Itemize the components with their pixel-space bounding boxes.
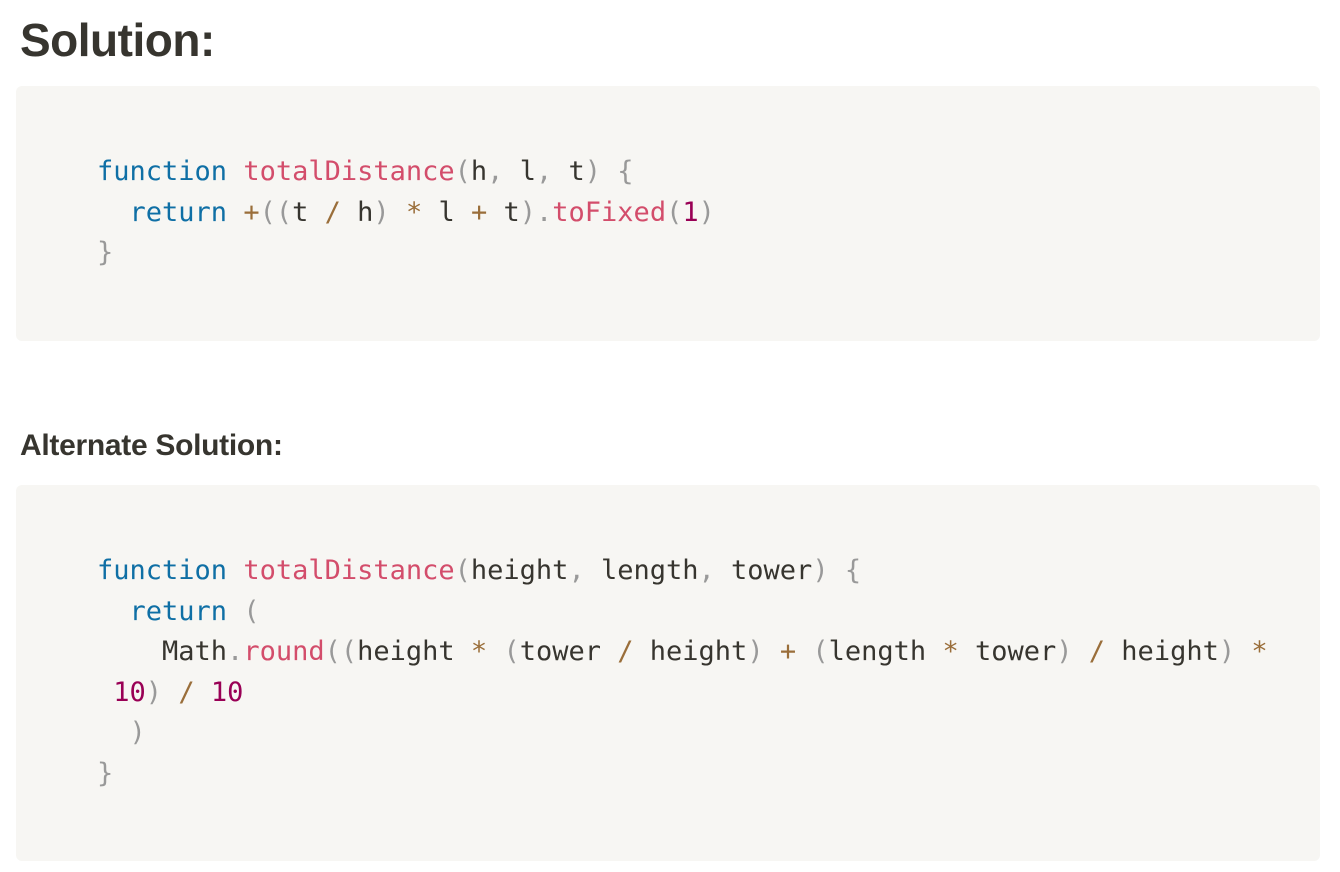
code-punctuation: ) [698,196,715,228]
code-operator: / [1088,636,1106,668]
code-text: l [422,196,471,228]
code-punctuation: ) [584,156,601,187]
code-operator: / [617,636,634,668]
code-punctuation: { [617,156,634,187]
code-punctuation: ) [812,555,829,586]
code-line: function totalDistance(height, length, t… [97,551,1268,592]
code-punctuation: ( [454,156,471,187]
code-text: Math [97,636,228,668]
code-text: t [292,196,325,228]
code-punctuation: } [97,237,114,269]
code-number: 10 [210,676,244,708]
code-operator: / [178,676,195,708]
solution-code-block[interactable]: function totalDistance(h, l, t) { return… [16,86,1320,341]
code-line: } [97,233,715,274]
solution-heading: Solution: [20,14,215,66]
alternate-solution-heading: Alternate Solution: [20,429,283,462]
code-number: 1 [682,196,699,228]
code-text: t [552,156,585,187]
code-line: return ( [97,592,1268,633]
code-punctuation: } [97,757,114,789]
code-operator: + [779,636,797,668]
code-punctuation: (( [324,636,358,668]
solution-code[interactable]: function totalDistance(h, l, t) { return… [97,152,715,274]
code-text: tower [958,636,1057,668]
code-punctuation: ) [129,717,146,749]
code-punctuation: ). [519,196,553,228]
code-text: height [1105,636,1219,668]
code-text: tower [714,555,813,586]
code-operator: * [942,636,959,668]
code-text: length [828,636,943,668]
code-punctuation: ) [1218,636,1236,668]
code-keyword: return [129,196,228,228]
code-punctuation: { [844,555,862,586]
code-keyword: return [129,595,228,627]
code-text: length [584,555,699,586]
code-line: ) [97,713,1268,754]
code-punctuation: . [227,636,244,668]
code-number: 10 [113,676,146,708]
code-text: h [340,196,374,228]
alternate-solution-code-block[interactable]: function totalDistance(height, length, t… [16,485,1320,861]
code-text: tower [519,636,618,668]
code-line: Math.round((height * (tower / height) + … [97,632,1268,673]
code-function-name: totalDistance [243,156,455,187]
alternate-solution-code[interactable]: function totalDistance(height, length, t… [97,551,1268,795]
code-punctuation: ) [747,636,764,668]
code-operator: + [470,196,488,228]
code-text: height [357,636,471,668]
code-text: height [470,555,569,586]
code-punctuation: ( [454,555,471,586]
code-operator: / [324,196,341,228]
code-punctuation: , [698,555,715,586]
code-punctuation: ) [373,196,390,228]
code-punctuation: ) [1056,636,1073,668]
code-text: t [487,196,520,228]
code-line: return +((t / h) * l + t).toFixed(1) [97,193,715,234]
code-line: } [97,754,1268,795]
code-punctuation: , [487,156,504,187]
code-punctuation: ( [503,636,520,668]
code-text: height [633,636,748,668]
code-text: h [470,156,488,187]
code-punctuation: ( [666,196,683,228]
code-punctuation: ( [812,636,829,668]
code-punctuation: ( [243,595,260,627]
code-operator: * [1251,636,1268,668]
code-keyword: function [97,555,228,586]
code-function-name: totalDistance [243,555,455,586]
code-operator: + [243,196,260,228]
code-text: l [503,156,536,187]
code-punctuation: , [568,555,585,586]
code-function-name: round [243,636,325,668]
code-function-name: toFixed [552,196,667,228]
code-line: function totalDistance(h, l, t) { [97,152,715,193]
code-line: 10) / 10 [97,673,1268,714]
code-punctuation: , [535,156,553,187]
code-keyword: function [97,156,228,187]
code-operator: * [405,196,423,228]
code-punctuation: ) [145,676,163,708]
code-punctuation: (( [259,196,293,228]
code-operator: * [470,636,488,668]
